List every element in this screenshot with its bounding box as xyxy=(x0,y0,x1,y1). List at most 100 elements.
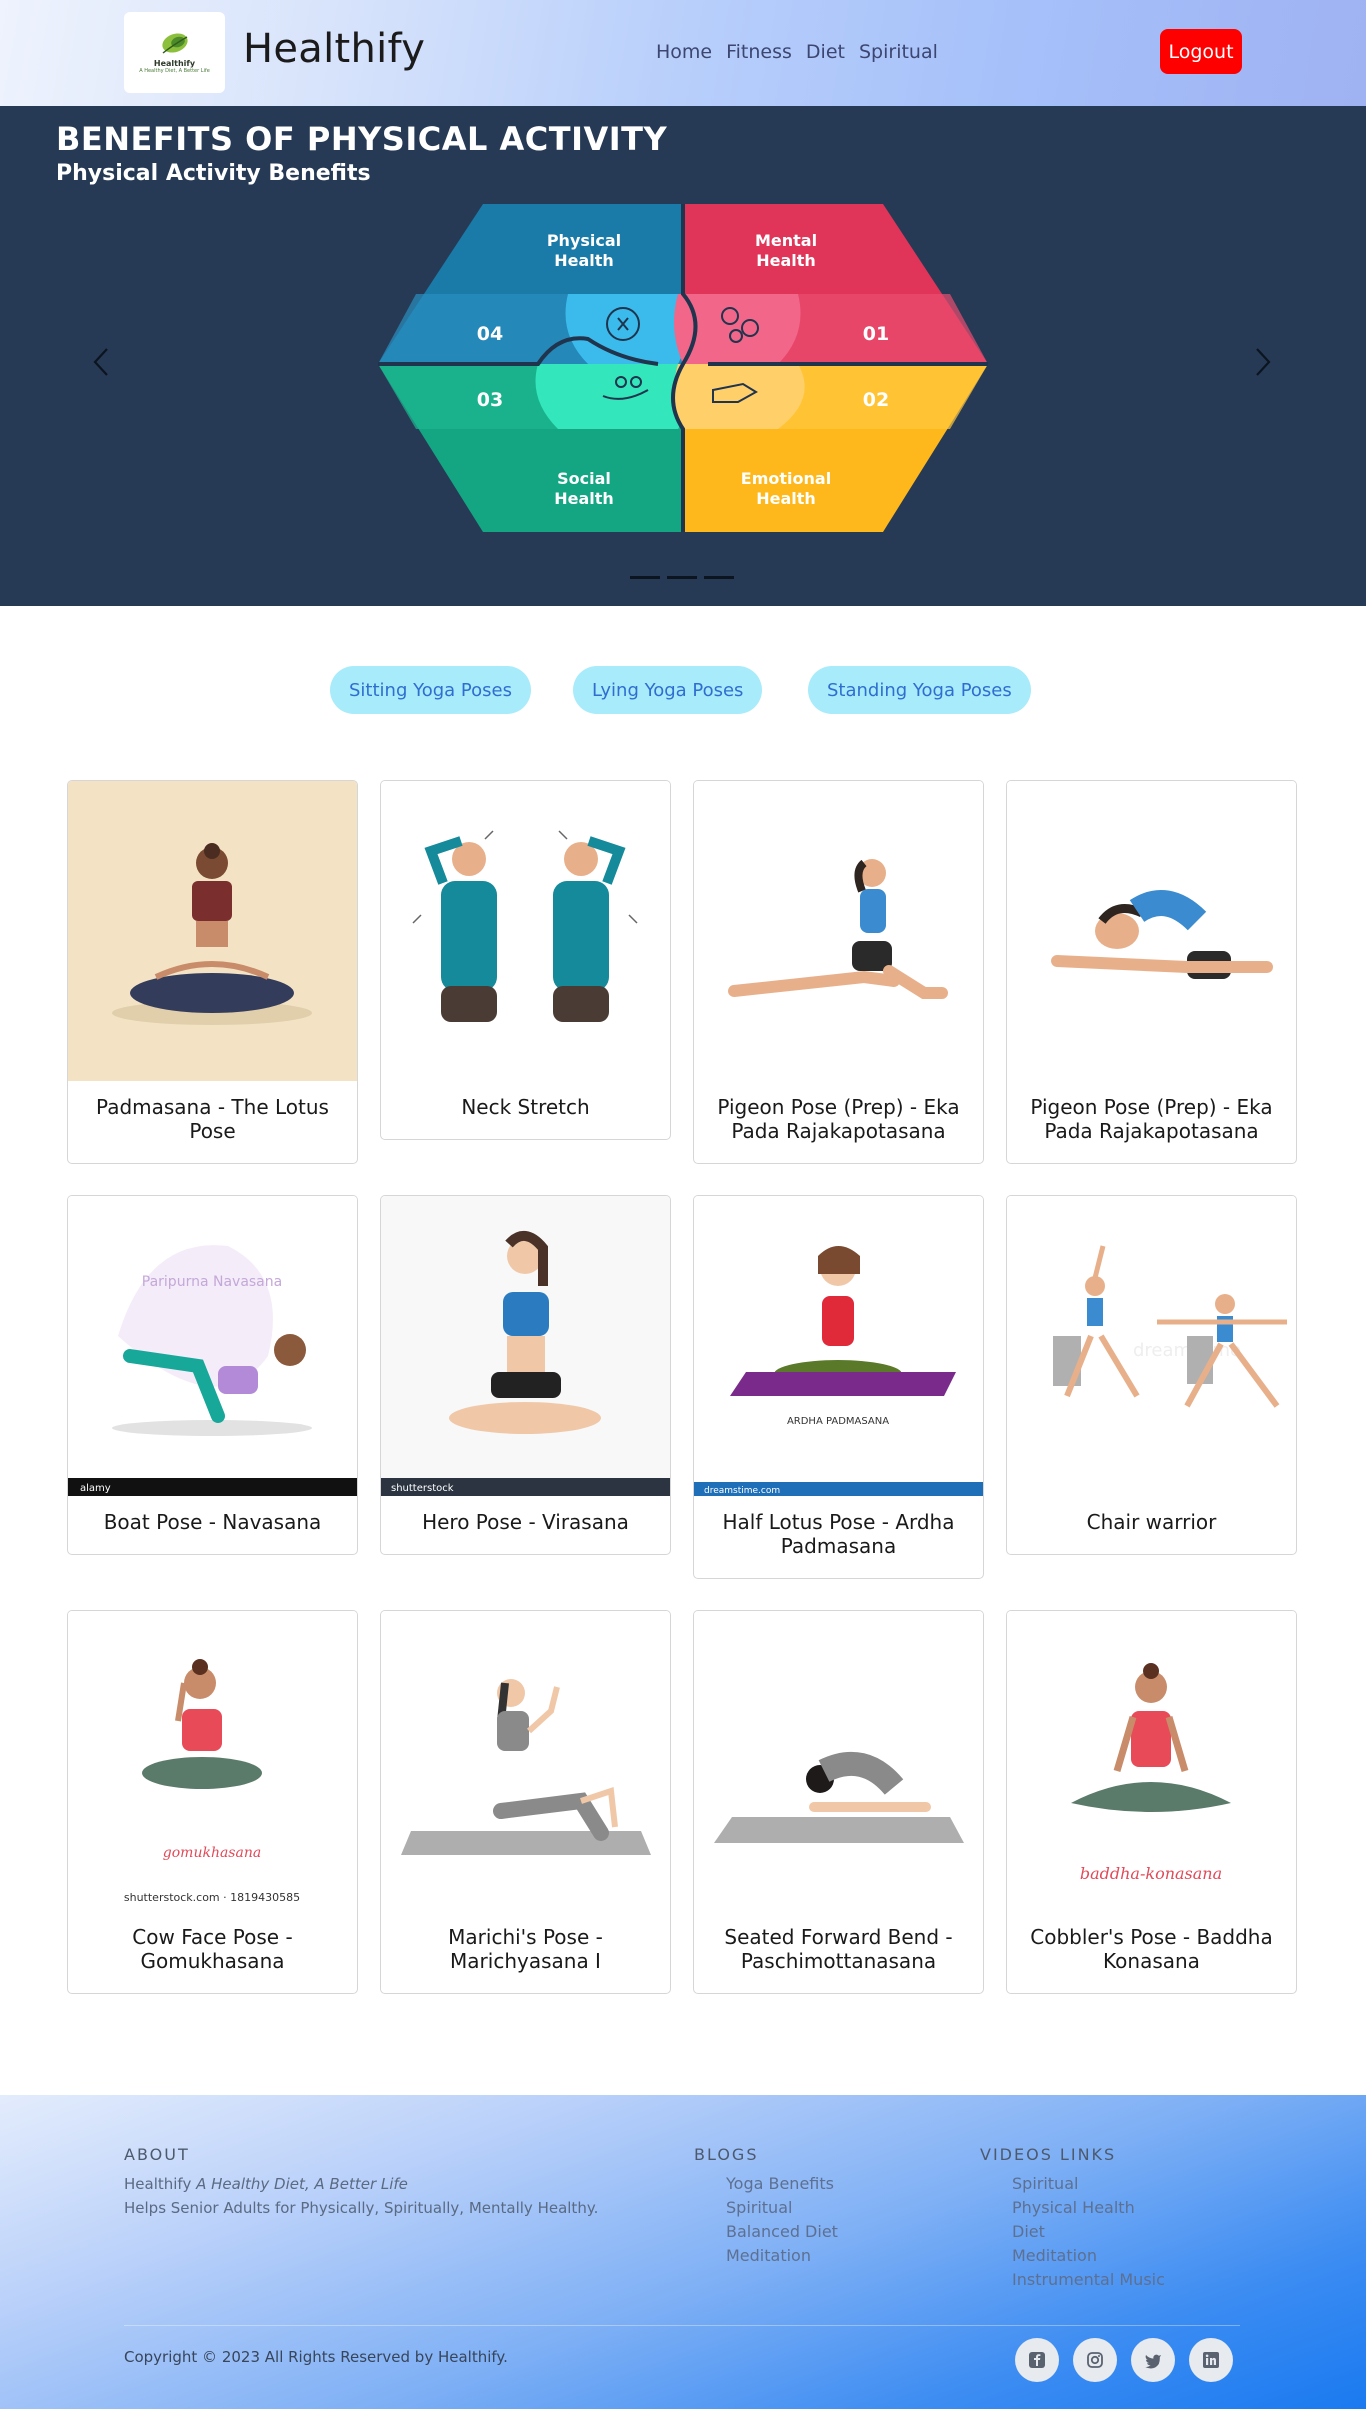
pose-image-padmasana xyxy=(68,781,357,1081)
pose-card[interactable]: baddha-konasana Cobbler's Pose - Baddha … xyxy=(1006,1610,1297,1994)
main-nav: Home Fitness Diet Spiritual xyxy=(656,41,938,63)
copyright: Copyright © 2023 All Rights Reserved by … xyxy=(124,2348,508,2366)
copyright-brand[interactable]: Healthify. xyxy=(438,2348,508,2366)
copyright-text: Copyright © 2023 All Rights Reserved by xyxy=(124,2348,434,2366)
pose-card[interactable]: Paripurna Navasana alamy Boat Pose - Nav… xyxy=(67,1195,358,1555)
leaf-logo-icon xyxy=(161,33,188,54)
blogs-heading: BLOGS xyxy=(694,2145,759,2164)
blog-link-yoga-benefits[interactable]: Yoga Benefits xyxy=(726,2174,834,2193)
chevron-left-icon xyxy=(93,348,108,376)
nav-spiritual[interactable]: Spiritual xyxy=(859,41,938,63)
pose-card[interactable]: Marichi's Pose - Marichyasana I xyxy=(380,1610,671,1994)
number-02: 02 xyxy=(863,389,889,411)
watermark: dreamstime.com xyxy=(704,1486,780,1496)
about-description: Helps Senior Adults for Physically, Spir… xyxy=(124,2199,599,2217)
carousel-next-button[interactable] xyxy=(1248,340,1278,384)
carousel-indicator[interactable] xyxy=(630,576,660,579)
pose-title: Padmasana - The Lotus Pose xyxy=(96,1095,329,1143)
svg-text:Emotional: Emotional xyxy=(741,469,831,488)
pose-card[interactable]: ARDHA PADMASANA dreamstime.com Half Lotu… xyxy=(693,1195,984,1579)
logo-tagline: A Healthy Diet, A Better Life xyxy=(139,68,210,74)
blog-link-spiritual[interactable]: Spiritual xyxy=(726,2198,792,2217)
pose-title: Neck Stretch xyxy=(461,1095,590,1119)
logo-title: Healthify xyxy=(153,59,196,68)
facebook-button[interactable] xyxy=(1015,2338,1059,2382)
video-link-diet[interactable]: Diet xyxy=(1012,2222,1045,2241)
about-tagline: A Healthy Diet, A Better Life xyxy=(196,2175,408,2193)
site-footer: ABOUT Healthify A Healthy Diet, A Better… xyxy=(0,2095,1366,2409)
pose-image-forward-bend xyxy=(694,1611,983,1911)
number-04: 04 xyxy=(477,323,503,345)
videos-heading: VIDEOS LINKS xyxy=(980,2145,1117,2164)
instagram-button[interactable] xyxy=(1073,2338,1117,2382)
carousel-indicator[interactable] xyxy=(704,576,734,579)
carousel-prev-button[interactable] xyxy=(86,340,116,384)
pose-image-neck-stretch xyxy=(381,781,670,1081)
carousel-title: BENEFITS OF PHYSICAL ACTIVITY xyxy=(56,120,668,158)
pose-title: Pigeon Pose (Prep) - Eka Pada Rajakapota… xyxy=(1030,1095,1273,1143)
chevron-right-icon xyxy=(1256,348,1271,376)
twitter-button[interactable] xyxy=(1131,2338,1175,2382)
pose-card[interactable]: Pigeon Pose (Prep) - Eka Pada Rajakapota… xyxy=(693,780,984,1164)
linkedin-icon xyxy=(1203,2352,1219,2368)
nav-diet[interactable]: Diet xyxy=(806,41,845,63)
svg-text:Health: Health xyxy=(554,251,614,270)
pose-title: Boat Pose - Navasana xyxy=(103,1510,322,1534)
pose-card[interactable]: gomukhasana shutterstock.com · 181943058… xyxy=(67,1610,358,1994)
blog-link-meditation[interactable]: Meditation xyxy=(726,2246,811,2265)
pose-title: Cow Face Pose - Gomukhasana xyxy=(132,1925,293,1973)
filter-lying-poses[interactable]: Lying Yoga Poses xyxy=(573,666,763,714)
svg-text:Social: Social xyxy=(557,469,611,488)
pose-image-cobbler: baddha-konasana xyxy=(1007,1611,1296,1911)
linkedin-button[interactable] xyxy=(1189,2338,1233,2382)
filter-standing-poses[interactable]: Standing Yoga Poses xyxy=(808,666,1031,714)
about-brand-line: Healthify A Healthy Diet, A Better Life xyxy=(124,2175,408,2193)
blog-link-balanced-diet[interactable]: Balanced Diet xyxy=(726,2222,838,2241)
video-link-spiritual[interactable]: Spiritual xyxy=(1012,2174,1078,2193)
brand-name[interactable]: Healthify xyxy=(243,26,425,72)
svg-text:Health: Health xyxy=(554,489,614,508)
pose-card[interactable]: shutterstock Hero Pose - Virasana xyxy=(380,1195,671,1555)
filter-sitting-poses[interactable]: Sitting Yoga Poses xyxy=(330,666,531,714)
pose-card[interactable]: Neck Stretch xyxy=(380,780,671,1140)
twitter-icon xyxy=(1145,2354,1161,2369)
hero-carousel: BENEFITS OF PHYSICAL ACTIVITY Physical A… xyxy=(0,106,1366,606)
pose-card[interactable]: dreamstime Chair warrior xyxy=(1006,1195,1297,1555)
about-brand: Healthify xyxy=(124,2175,192,2193)
pose-card[interactable]: Padmasana - The Lotus Pose xyxy=(67,780,358,1164)
footer-divider xyxy=(124,2325,1240,2326)
image-caption: baddha-konasana xyxy=(1080,1864,1222,1883)
number-03: 03 xyxy=(477,389,503,411)
logout-button[interactable]: Logout xyxy=(1160,29,1242,74)
video-link-physical-health[interactable]: Physical Health xyxy=(1012,2198,1135,2217)
svg-text:Health: Health xyxy=(756,489,816,508)
pose-card[interactable]: Pigeon Pose (Prep) - Eka Pada Rajakapota… xyxy=(1006,780,1297,1164)
facebook-icon xyxy=(1029,2352,1045,2368)
image-caption: ARDHA PADMASANA xyxy=(787,1416,889,1427)
carousel-indicator-active[interactable] xyxy=(667,576,697,579)
pose-image-pigeon-prep-1 xyxy=(694,781,983,1081)
pose-title: Cobbler's Pose - Baddha Konasana xyxy=(1030,1925,1273,1973)
pose-title: Seated Forward Bend - Paschimottanasana xyxy=(724,1925,953,1973)
instagram-icon xyxy=(1087,2352,1103,2368)
watermark: shutterstock.com · 1819430585 xyxy=(124,1891,300,1904)
pose-image-marichi xyxy=(381,1611,670,1911)
nav-home[interactable]: Home xyxy=(656,41,712,63)
video-link-meditation[interactable]: Meditation xyxy=(1012,2246,1097,2265)
pose-card[interactable]: Seated Forward Bend - Paschimottanasana xyxy=(693,1610,984,1994)
number-01: 01 xyxy=(863,323,889,345)
site-logo[interactable]: Healthify A Healthy Diet, A Better Life xyxy=(124,12,225,93)
image-caption: Paripurna Navasana xyxy=(142,1274,282,1290)
label-physical-health-1: Physical xyxy=(547,231,621,250)
image-caption: gomukhasana xyxy=(163,1845,261,1861)
pose-title: Pigeon Pose (Prep) - Eka Pada Rajakapota… xyxy=(717,1095,960,1143)
nav-fitness[interactable]: Fitness xyxy=(726,41,792,63)
pose-title: Half Lotus Pose - Ardha Padmasana xyxy=(722,1510,955,1558)
site-header: Healthify A Healthy Diet, A Better Life … xyxy=(0,0,1366,106)
watermark: shutterstock xyxy=(391,1483,454,1494)
video-link-instrumental-music[interactable]: Instrumental Music xyxy=(1012,2270,1165,2289)
about-heading: ABOUT xyxy=(124,2145,190,2164)
pose-image-pigeon-prep-2 xyxy=(1007,781,1296,1081)
carousel-subtitle: Physical Activity Benefits xyxy=(56,161,371,186)
benefits-hexagon-graphic: Physical Health Mental Health Social Hea… xyxy=(378,204,988,532)
